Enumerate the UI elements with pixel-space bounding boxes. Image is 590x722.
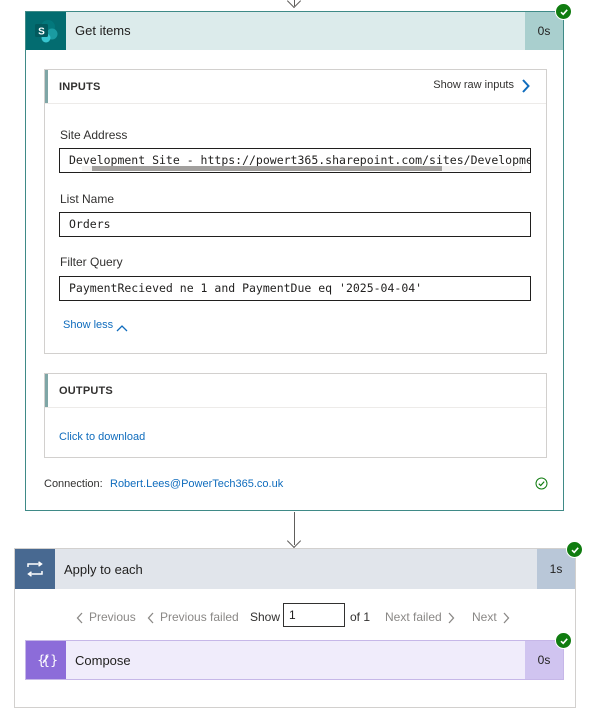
next-failed-button[interactable]: Next failed [385, 610, 442, 624]
inputs-accent-bar [45, 70, 48, 103]
get-items-title: Get items [75, 23, 131, 38]
scrollbar-thumb[interactable] [92, 166, 442, 171]
loop-icon [15, 549, 55, 589]
previous-failed-chevron-icon[interactable] [147, 611, 155, 629]
outputs-accent-bar [45, 374, 48, 407]
connector-top-arrow [286, 0, 302, 9]
previous-button[interactable]: Previous [89, 610, 136, 624]
pager-show-label: Show [250, 610, 281, 624]
next-chevron-icon[interactable] [502, 611, 510, 629]
horizontal-scrollbar[interactable] [82, 166, 522, 171]
show-raw-inputs-link[interactable]: Show raw inputs [433, 79, 514, 91]
pager-iteration-input[interactable]: 1 [283, 603, 345, 627]
svg-text:S: S [38, 27, 45, 38]
connection-ok-icon [535, 477, 548, 495]
previous-chevron-icon[interactable] [76, 611, 84, 629]
compose-icon: { { } [26, 641, 66, 679]
get-items-duration-text: 0s [537, 24, 551, 38]
chevron-right-icon[interactable] [521, 79, 530, 98]
apply-to-each-card: Apply to each 1s Previous Previous faile… [14, 548, 576, 708]
site-address-field[interactable]: Development Site - https://powert365.sha… [59, 148, 531, 173]
click-to-download-link[interactable]: Click to download [59, 431, 145, 443]
pager-of-label: of 1 [350, 610, 371, 624]
inputs-heading: INPUTS [59, 81, 101, 93]
svg-text:}: } [50, 654, 57, 669]
apply-to-each-header[interactable]: Apply to each 1s [15, 549, 575, 589]
inputs-panel-header: INPUTS Show raw inputs [45, 70, 546, 104]
compose-title: Compose [75, 653, 131, 668]
outputs-heading: OUTPUTS [59, 385, 113, 397]
list-name-label: List Name [60, 192, 115, 206]
connection-label: Connection: [44, 478, 103, 490]
pager-iteration-value: 1 [289, 608, 296, 622]
list-name-field[interactable]: Orders [59, 212, 531, 237]
sharepoint-icon: S [26, 12, 66, 50]
outputs-panel: OUTPUTS Click to download [44, 373, 547, 458]
list-name-value: Orders [69, 217, 111, 231]
site-address-value: Development Site - https://powert365.sha… [69, 153, 531, 167]
get-items-header[interactable]: S Get items 0s [26, 12, 563, 50]
next-failed-chevron-icon[interactable] [447, 611, 455, 629]
show-less-link[interactable]: Show less [63, 319, 113, 331]
previous-failed-button[interactable]: Previous failed [160, 610, 239, 624]
filter-query-field[interactable]: PaymentRecieved ne 1 and PaymentDue eq '… [59, 276, 531, 301]
connector-middle-arrow [286, 533, 302, 549]
filter-query-label: Filter Query [60, 255, 123, 269]
get-items-card: S Get items 0s INPUTS Show raw inputs Si… [25, 11, 564, 511]
chevron-up-icon[interactable] [116, 320, 128, 338]
compose-duration-text: 0s [537, 653, 551, 667]
apply-to-each-duration-text: 1s [549, 562, 563, 576]
next-button[interactable]: Next [472, 610, 497, 624]
outputs-panel-header: OUTPUTS [45, 374, 546, 408]
apply-to-each-title: Apply to each [64, 562, 143, 577]
apply-to-each-success-icon [566, 541, 583, 558]
compose-success-icon [555, 632, 572, 649]
filter-query-value: PaymentRecieved ne 1 and PaymentDue eq '… [69, 281, 423, 295]
get-items-success-icon [555, 3, 572, 20]
site-address-label: Site Address [60, 128, 128, 142]
compose-card[interactable]: { { } Compose 0s [25, 640, 564, 680]
inputs-panel: INPUTS Show raw inputs Site Address Deve… [44, 69, 547, 354]
connection-value[interactable]: Robert.Lees@PowerTech365.co.uk [110, 478, 283, 490]
